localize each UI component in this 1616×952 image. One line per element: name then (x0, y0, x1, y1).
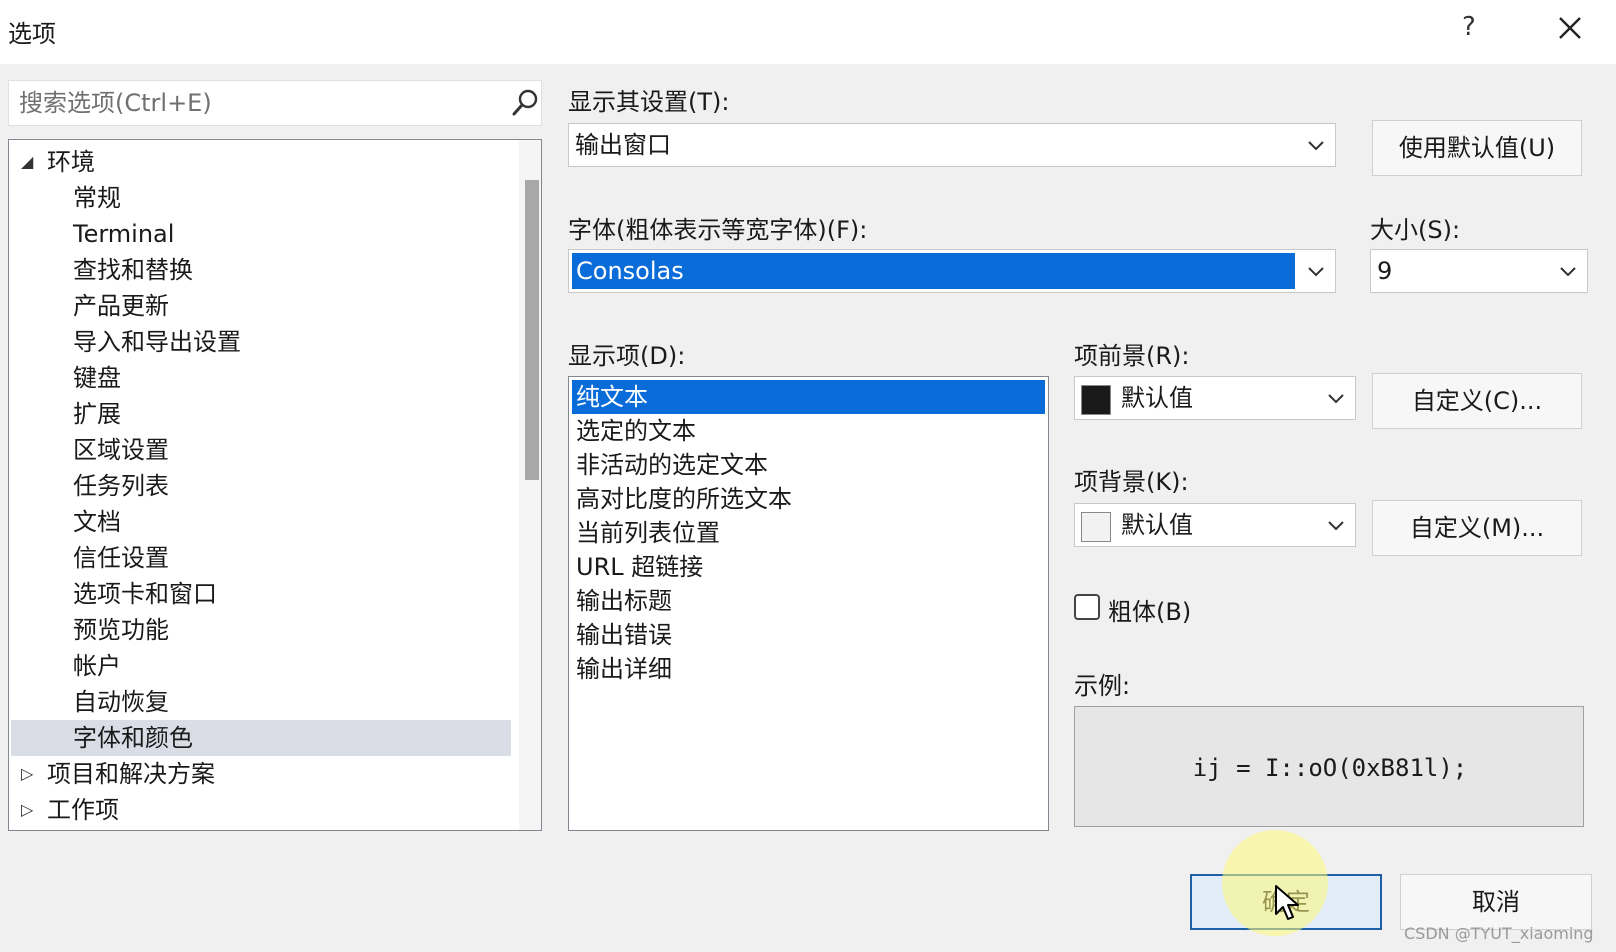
font-value: Consolas (572, 253, 1295, 289)
tree-item-documents[interactable]: 文档 (11, 504, 511, 540)
close-icon (1559, 17, 1581, 39)
list-item-url-hyperlink[interactable]: URL 超链接 (572, 550, 1045, 584)
list-item-inactive-selected-text[interactable]: 非活动的选定文本 (572, 448, 1045, 482)
watermark: CSDN @TYUT_xiaoming (1404, 924, 1594, 943)
font-label: 字体(粗体表示等宽字体)(F): (568, 216, 868, 244)
sample-label: 示例: (1074, 672, 1131, 700)
show-settings-value: 输出窗口 (575, 131, 671, 159)
list-item-output-heading[interactable]: 输出标题 (572, 584, 1045, 618)
chevron-down-icon (1308, 267, 1324, 277)
background-select[interactable]: 默认值 (1074, 503, 1356, 547)
tree-item-label: 工作项 (47, 796, 119, 824)
foreground-color-swatch (1081, 385, 1111, 415)
tree-item-environment[interactable]: ◢ 环境 (11, 144, 511, 180)
cancel-button[interactable]: 取消 (1400, 874, 1592, 930)
background-value: 默认值 (1121, 511, 1193, 539)
chevron-down-icon (1308, 141, 1324, 151)
tree-scrollbar-thumb[interactable] (525, 180, 539, 480)
list-item-current-list-location[interactable]: 当前列表位置 (572, 516, 1045, 550)
ok-button[interactable]: 确定 (1190, 874, 1382, 930)
tree-item-accounts[interactable]: 帐户 (11, 648, 511, 684)
foreground-select[interactable]: 默认值 (1074, 376, 1356, 420)
foreground-custom-button[interactable]: 自定义(C)... (1372, 373, 1582, 429)
tree-item-terminal[interactable]: Terminal (11, 216, 511, 252)
tree-item-find-replace[interactable]: 查找和替换 (11, 252, 511, 288)
list-item-selected-text[interactable]: 选定的文本 (572, 414, 1045, 448)
background-label: 项背景(K): (1074, 468, 1189, 496)
search-box[interactable] (8, 80, 542, 126)
size-label: 大小(S): (1370, 216, 1461, 244)
search-input[interactable] (19, 87, 499, 119)
list-item-output-error[interactable]: 输出错误 (572, 618, 1045, 652)
tree-item-autorecover[interactable]: 自动恢复 (11, 684, 511, 720)
size-value: 9 (1377, 257, 1393, 285)
background-custom-button[interactable]: 自定义(M)... (1372, 500, 1582, 556)
search-icon[interactable] (509, 87, 541, 119)
tree-item-projects[interactable]: ▷ 项目和解决方案 (11, 756, 511, 792)
bold-label: 粗体(B) (1108, 598, 1192, 626)
sample-text: ij = I::oO(0xB81l); (1192, 753, 1468, 782)
tree-item-import-export[interactable]: 导入和导出设置 (11, 324, 511, 360)
close-button[interactable] (1552, 10, 1588, 46)
tree-item-preview-features[interactable]: 预览功能 (11, 612, 511, 648)
tree-item-keyboard[interactable]: 键盘 (11, 360, 511, 396)
tree-item-fonts-colors[interactable]: 字体和颜色 (11, 720, 511, 756)
tree-item-extensions[interactable]: 扩展 (11, 396, 511, 432)
chevron-down-icon (1328, 521, 1344, 531)
show-settings-select[interactable]: 输出窗口 (568, 123, 1336, 167)
font-select[interactable]: Consolas (568, 249, 1336, 293)
chevron-down-icon (1560, 267, 1576, 277)
display-items-label: 显示项(D): (568, 342, 686, 370)
expanded-triangle-icon[interactable]: ◢ (21, 144, 33, 180)
list-item-high-contrast-selected[interactable]: 高对比度的所选文本 (572, 482, 1045, 516)
background-color-swatch (1081, 512, 1111, 542)
collapsed-triangle-icon[interactable]: ▷ (21, 756, 33, 792)
window-title: 选项 (8, 20, 56, 48)
list-item-output-verbose[interactable]: 输出详细 (572, 652, 1045, 686)
tree-item-label: 环境 (47, 148, 95, 176)
tree-item-tabs-windows[interactable]: 选项卡和窗口 (11, 576, 511, 612)
chevron-down-icon (1328, 394, 1344, 404)
tree-item-label: 项目和解决方案 (47, 760, 215, 788)
help-button[interactable]: ? (1462, 12, 1476, 42)
sample-preview: ij = I::oO(0xB81l); (1074, 706, 1584, 827)
foreground-value: 默认值 (1121, 384, 1193, 412)
tree-item-trust[interactable]: 信任设置 (11, 540, 511, 576)
tree-item-product-updates[interactable]: 产品更新 (11, 288, 511, 324)
tree-item-general[interactable]: 常规 (11, 180, 511, 216)
list-item-plain-text[interactable]: 纯文本 (572, 380, 1045, 414)
show-settings-label: 显示其设置(T): (568, 88, 730, 116)
size-select[interactable]: 9 (1370, 249, 1588, 293)
collapsed-triangle-icon[interactable]: ▷ (21, 792, 33, 828)
tree-item-regional[interactable]: 区域设置 (11, 432, 511, 468)
bold-checkbox[interactable] (1074, 594, 1100, 620)
title-bar: 选项 ? (0, 0, 1616, 64)
foreground-label: 项前景(R): (1074, 342, 1190, 370)
display-items-list[interactable]: 纯文本 选定的文本 非活动的选定文本 高对比度的所选文本 当前列表位置 URL … (568, 376, 1049, 831)
tree-item-work-items[interactable]: ▷ 工作项 (11, 792, 511, 828)
tree-item-task-list[interactable]: 任务列表 (11, 468, 511, 504)
options-tree[interactable]: ◢ 环境 常规 Terminal 查找和替换 产品更新 导入和导出设置 键盘 扩… (8, 139, 542, 831)
use-defaults-button[interactable]: 使用默认值(U) (1372, 120, 1582, 176)
